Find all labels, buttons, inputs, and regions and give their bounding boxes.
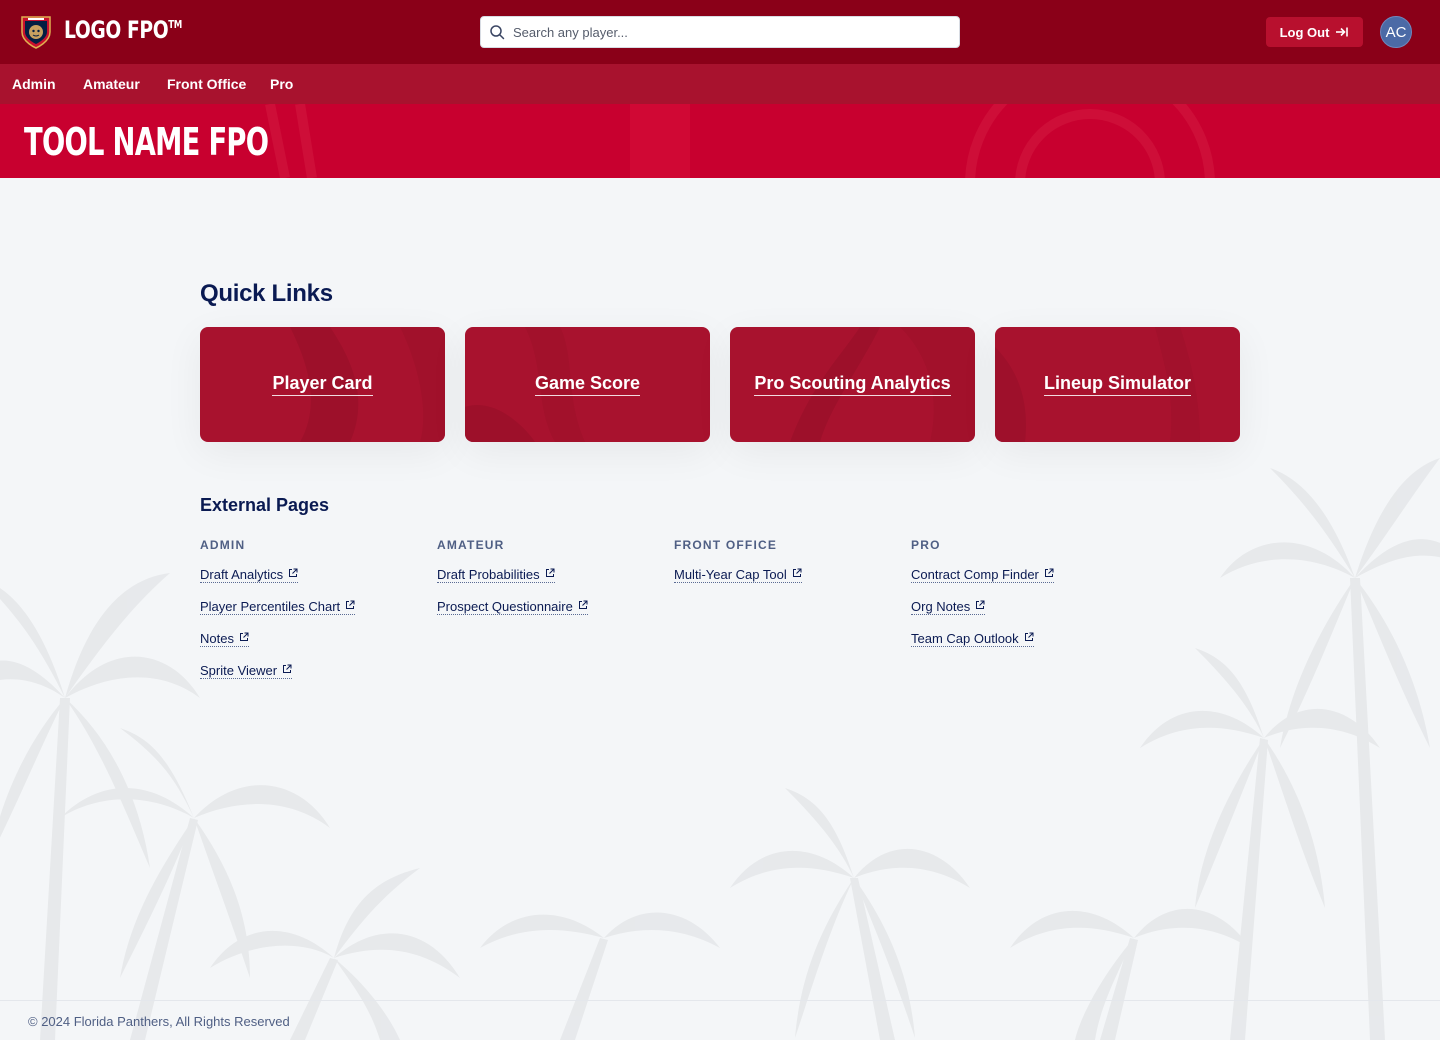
external-link-icon (289, 568, 298, 577)
external-link[interactable]: Contract Comp Finder (911, 567, 1054, 583)
external-link-icon (1044, 568, 1054, 577)
external-link-icon (545, 568, 555, 577)
external-link[interactable]: Multi-Year Cap Tool (674, 567, 802, 583)
external-link[interactable]: Draft Probabilities (437, 567, 555, 583)
external-link-icon (283, 664, 292, 673)
logo-text[interactable]: LOGO FPOTM (64, 16, 182, 44)
external-link-icon (346, 600, 355, 609)
page-title: TOOL NAME FPO (24, 120, 269, 164)
logout-button[interactable]: Log Out (1266, 17, 1363, 47)
search-input[interactable] (513, 18, 959, 46)
column-heading: PRO (911, 538, 941, 552)
search-icon (490, 25, 505, 40)
external-link-icon (1024, 632, 1034, 641)
logout-label: Log Out (1279, 24, 1330, 40)
panthers-crest-icon[interactable] (20, 14, 52, 50)
column-heading: ADMIN (200, 538, 246, 552)
external-link[interactable]: Player Percentiles Chart (200, 599, 356, 615)
quick-link-game-score[interactable]: Game Score (465, 327, 710, 442)
top-bar: LOGO FPOTM Log Out AC (0, 0, 1440, 64)
external-link[interactable]: Draft Analytics (200, 567, 299, 583)
external-link-icon (792, 568, 802, 577)
external-column-admin: ADMIN Draft Analytics Player Percentiles… (200, 538, 430, 694)
user-avatar[interactable]: AC (1380, 16, 1412, 48)
player-search[interactable] (480, 16, 960, 48)
quick-links-title: Quick Links (200, 280, 333, 307)
logout-icon (1336, 27, 1349, 37)
external-link[interactable]: Sprite Viewer (200, 663, 293, 679)
external-column-amateur: AMATEUR Draft Probabilities Prospect Que… (437, 538, 667, 630)
page-hero: TOOL NAME FPO (0, 104, 1440, 178)
external-column-pro: PRO Contract Comp Finder Org Notes Team … (911, 538, 1141, 662)
external-pages-title: External Pages (200, 495, 330, 515)
quick-link-lineup-simulator[interactable]: Lineup Simulator (995, 327, 1240, 442)
nav-item-amateur[interactable]: Amateur (83, 76, 140, 92)
quick-links-cards: Player Card Game Score Pro Scouting Anal… (200, 327, 1240, 443)
nav-item-pro[interactable]: Pro (270, 76, 293, 92)
nav-item-front-office[interactable]: Front Office (167, 76, 246, 92)
external-link[interactable]: Org Notes (911, 599, 986, 615)
quick-link-pro-scouting-analytics[interactable]: Pro Scouting Analytics (730, 327, 975, 442)
external-link[interactable]: Notes (200, 631, 249, 647)
column-heading: FRONT OFFICE (674, 538, 778, 552)
nav-item-admin[interactable]: Admin (12, 76, 56, 92)
external-link-icon (578, 600, 588, 609)
page-footer: © 2024 Florida Panthers, All Rights Rese… (0, 1000, 1440, 1040)
quick-link-player-card[interactable]: Player Card (200, 327, 445, 442)
external-link[interactable]: Team Cap Outlook (911, 631, 1034, 647)
external-link[interactable]: Prospect Questionnaire (437, 599, 588, 615)
external-column-front-office: FRONT OFFICE Multi-Year Cap Tool (674, 538, 904, 598)
main-nav: Admin Amateur Front Office Pro (0, 64, 1440, 104)
column-heading: AMATEUR (437, 538, 505, 552)
copyright-text: © 2024 Florida Panthers, All Rights Rese… (28, 1014, 290, 1029)
external-link-icon (976, 600, 985, 609)
external-link-icon (239, 632, 249, 641)
